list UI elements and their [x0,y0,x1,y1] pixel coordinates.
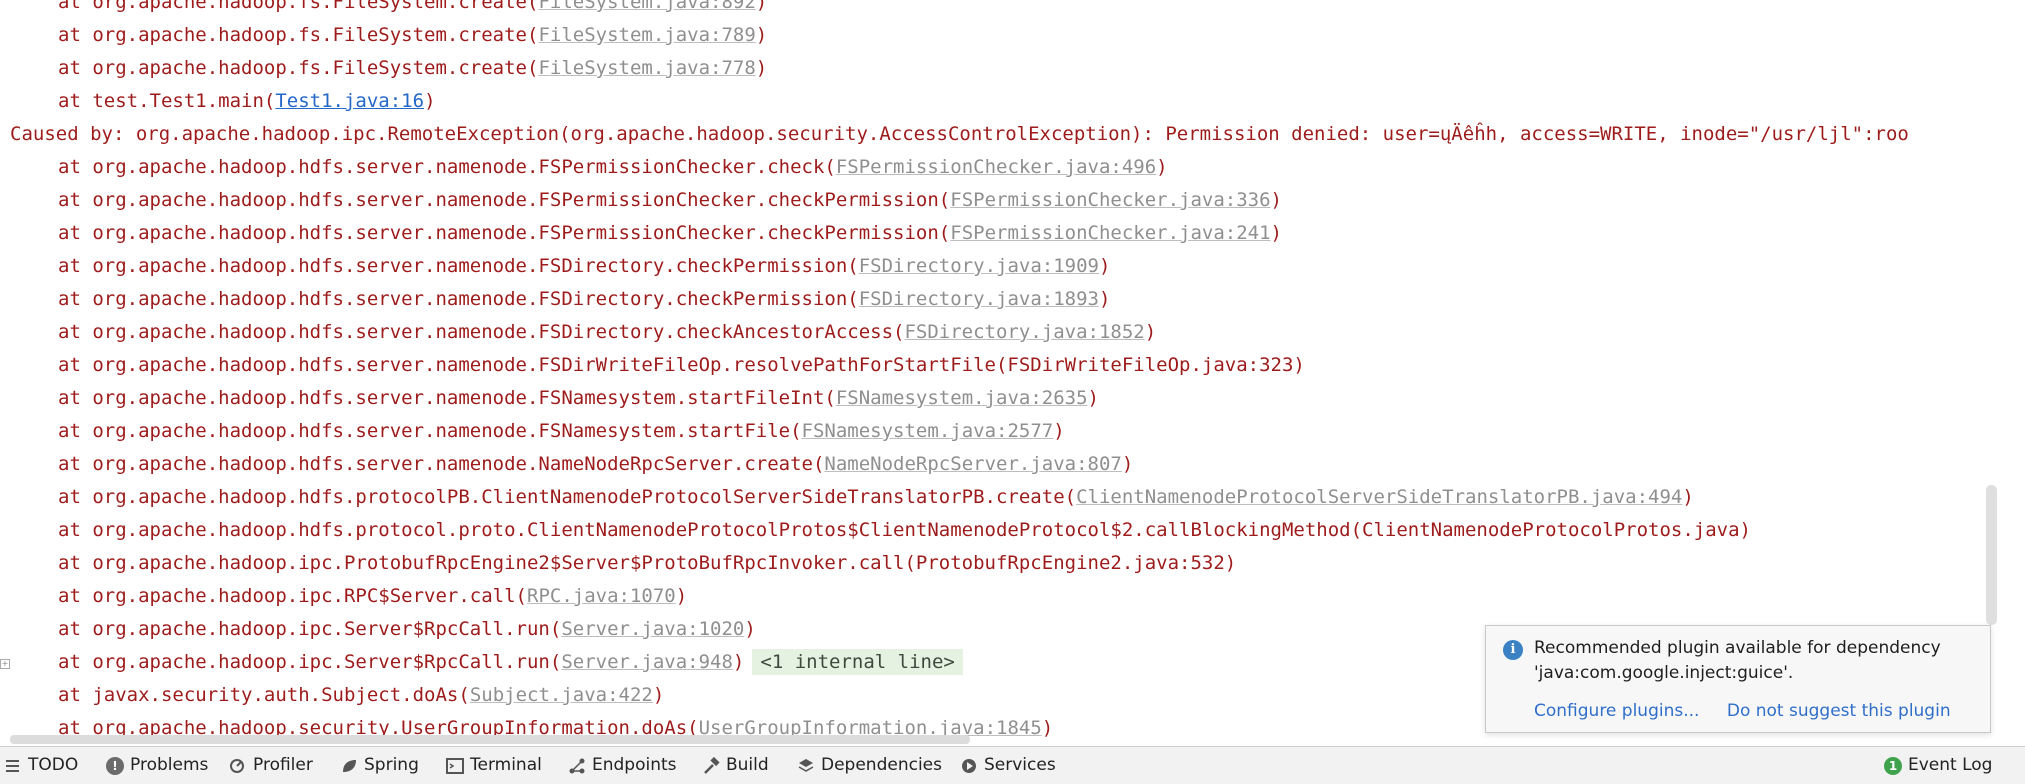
tool-profiler[interactable]: Profiler [229,747,313,784]
source-link[interactable]: FileSystem.java:778 [538,57,755,79]
stack-trace-line: at org.apache.hadoop.hdfs.server.namenod… [58,420,1065,442]
stack-trace-line: at org.apache.hadoop.hdfs.server.namenod… [58,288,1111,310]
stack-trace-line: at org.apache.hadoop.hdfs.server.namenod… [58,156,1168,178]
terminal-icon [446,757,464,775]
source-link[interactable]: ClientNamenodeProtocolServerSideTranslat… [1076,486,1682,508]
source-link[interactable]: NameNodeRpcServer.java:807 [824,453,1121,475]
source-link[interactable]: FSDirectory.java:1893 [859,288,1099,310]
stack-trace-line: at test.Test1.main(Test1.java:16) [58,90,436,112]
source-link[interactable]: FSDirectory.java:1852 [904,321,1144,343]
services-icon [960,757,978,775]
plugin-notification: i Recommended plugin available for depen… [1485,625,1991,733]
tool-problems[interactable]: ! Problems [106,747,208,784]
stack-trace-line: at org.apache.hadoop.ipc.ProtobufRpcEngi… [58,552,1237,574]
configure-plugins-link[interactable]: Configure plugins... [1534,701,1699,721]
tool-spring[interactable]: Spring [340,747,419,784]
layers-icon [797,757,815,775]
stack-trace-line: at org.apache.hadoop.hdfs.server.namenod… [58,387,1099,409]
event-log-badge-icon: 1 [1884,756,1902,775]
stack-trace-line: at org.apache.hadoop.hdfs.server.namenod… [58,255,1111,277]
stack-trace-line: at javax.security.auth.Subject.doAs(Subj… [58,684,665,706]
tool-terminal[interactable]: Terminal [446,747,542,784]
tool-dependencies[interactable]: Dependencies [797,747,942,784]
stack-trace-line: at org.apache.hadoop.fs.FileSystem.creat… [58,57,768,79]
bottom-tool-window-bar: TODO ! Problems Profiler Spring Terminal… [0,746,2025,784]
source-link[interactable]: RPC.java:1070 [527,585,676,607]
stack-trace-line: at org.apache.hadoop.fs.FileSystem.creat… [0,0,767,19]
source-link[interactable]: Subject.java:422 [470,684,653,706]
source-link[interactable]: FSPermissionChecker.java:496 [836,156,1156,178]
stack-trace-line: at org.apache.hadoop.hdfs.server.namenod… [58,222,1282,244]
internal-lines-fold[interactable]: <1 internal line> [752,649,963,675]
warning-icon: ! [106,756,124,775]
notification-message: Recommended plugin available for depende… [1534,638,1941,683]
tool-services[interactable]: Services [960,747,1056,784]
vertical-scrollbar[interactable] [1986,485,1997,625]
source-link[interactable]: FSNamesystem.java:2577 [802,420,1054,442]
stack-trace-line: at org.apache.hadoop.hdfs.server.namenod… [58,453,1134,475]
source-link[interactable]: Server.java:1020 [561,618,744,640]
stack-trace-line: at org.apache.hadoop.hdfs.protocolPB.Cli… [58,486,1694,508]
tool-endpoints[interactable]: Endpoints [568,747,677,784]
stack-trace-line: at org.apache.hadoop.ipc.Server$RpcCall.… [0,646,963,679]
list-icon [4,757,22,775]
info-icon: i [1503,640,1523,660]
stack-trace-line: at org.apache.hadoop.ipc.Server$RpcCall.… [58,618,756,640]
spring-leaf-icon [340,757,358,775]
source-link[interactable]: FSDirectory.java:1909 [859,255,1099,277]
tool-event-log[interactable]: 1 Event Log [1884,747,1992,784]
source-link-project[interactable]: Test1.java:16 [275,90,424,112]
profiler-icon [229,757,247,775]
tool-build[interactable]: Build [702,747,769,784]
do-not-suggest-link[interactable]: Do not suggest this plugin [1727,701,1951,721]
caused-by-line: Caused by: org.apache.hadoop.ipc.RemoteE… [10,123,1909,145]
source-link[interactable]: FileSystem.java:892 [538,0,755,13]
endpoints-icon [568,757,586,775]
horizontal-scrollbar[interactable] [10,735,970,744]
stack-trace-line: at org.apache.hadoop.fs.FileSystem.creat… [58,24,768,46]
source-link[interactable]: FSNamesystem.java:2635 [836,387,1088,409]
stack-trace-line: at org.apache.hadoop.ipc.RPC$Server.call… [58,585,688,607]
notification-actions: Configure plugins... Do not suggest this… [1534,699,1973,723]
stack-trace-line: at org.apache.hadoop.hdfs.server.namenod… [58,321,1157,343]
tool-todo[interactable]: TODO [4,747,78,784]
source-link[interactable]: FSPermissionChecker.java:241 [950,222,1270,244]
stack-trace-line: at org.apache.hadoop.hdfs.protocol.proto… [58,519,1751,541]
source-link[interactable]: FSPermissionChecker.java:336 [950,189,1270,211]
hammer-icon [702,756,720,775]
source-link[interactable]: FileSystem.java:789 [538,24,755,46]
stack-trace-line: at org.apache.hadoop.hdfs.server.namenod… [58,354,1305,376]
source-link[interactable]: Server.java:948 [561,651,733,673]
stack-trace-line: at org.apache.hadoop.hdfs.server.namenod… [58,189,1282,211]
